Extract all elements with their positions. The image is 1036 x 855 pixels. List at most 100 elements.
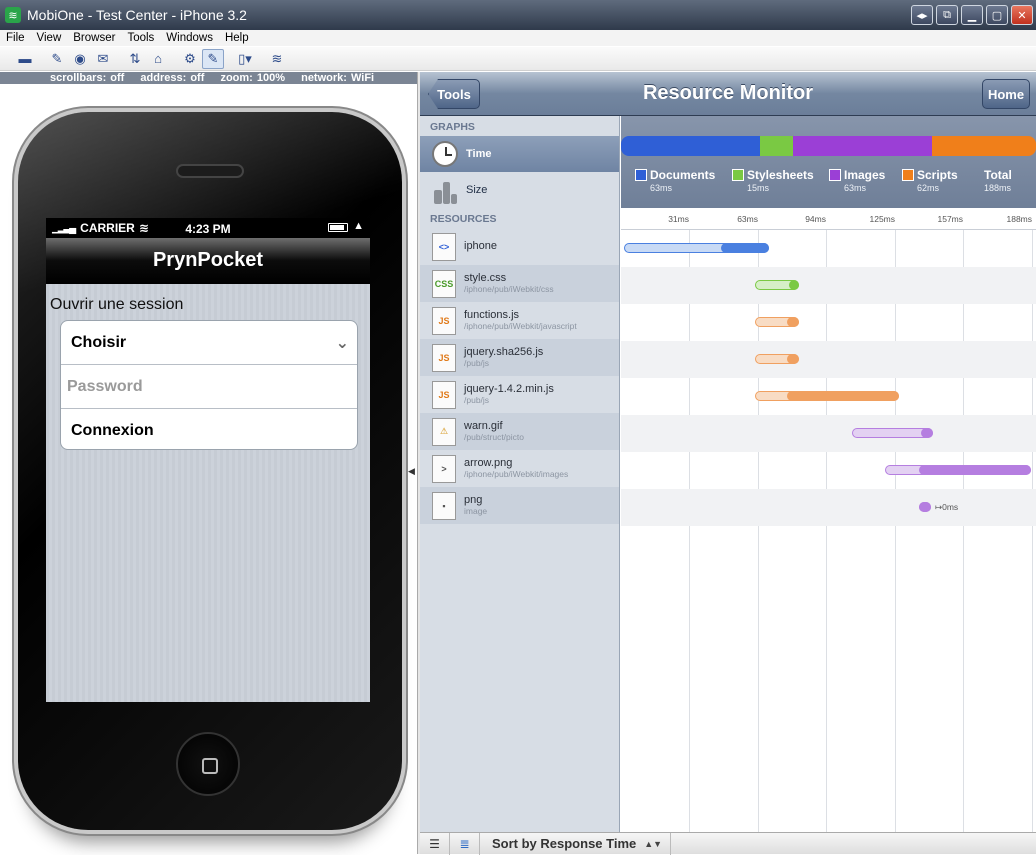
device-icon[interactable]: ▯▾ — [234, 49, 256, 69]
resource-path: /iphone/pub/iWebkit/css — [464, 283, 554, 294]
home-square-icon — [202, 758, 218, 774]
window-resize-button[interactable]: ◂▸ — [911, 5, 933, 25]
timeline-row[interactable] — [621, 415, 1036, 452]
phone-speaker — [176, 164, 244, 178]
legend-label: Images 63ms — [844, 168, 886, 193]
summary-bar-segment — [932, 136, 1036, 156]
resource-row[interactable]: ⚠ warn.gif/pub/struct/picto — [420, 413, 619, 450]
app-navbar: PrynPocket — [46, 238, 370, 284]
resource-row[interactable]: JS jquery.sha256.js/pub/js — [420, 339, 619, 376]
mail-icon[interactable]: ✉ — [92, 49, 114, 69]
timeline-row[interactable] — [621, 378, 1036, 415]
resource-path: /pub/js — [464, 357, 490, 368]
menu-view[interactable]: View — [37, 32, 62, 44]
summary-bar-segment — [760, 136, 793, 156]
timeline-row[interactable] — [621, 267, 1036, 304]
window-maximize-button[interactable]: ▢ — [986, 5, 1008, 25]
home-icon[interactable]: ⌂ — [147, 49, 169, 69]
timeline-row[interactable] — [621, 452, 1036, 489]
collapse-arrow-icon[interactable]: ◀ — [408, 466, 415, 477]
edit-icon[interactable]: ✎ — [46, 49, 68, 69]
timeline-bar-download — [919, 502, 931, 512]
graph-size-item[interactable]: Size — [420, 172, 619, 208]
legend-value: 63ms — [650, 183, 673, 193]
menu-browser[interactable]: Browser — [73, 32, 115, 44]
window-titlebar: ≋ MobiOne - Test Center - iPhone 3.2 ◂▸ … — [0, 0, 1036, 30]
menu-windows[interactable]: Windows — [166, 32, 213, 44]
gear-icon[interactable]: ⚙ — [179, 49, 201, 69]
resource-row[interactable]: ▪ png image — [420, 487, 619, 524]
summary-bar-segment — [621, 136, 760, 156]
resource-row[interactable]: JS functions.js/iphone/pub/iWebkit/javasc… — [420, 302, 619, 339]
resource-row[interactable]: <> iphone — [420, 228, 619, 265]
css-icon: CSS — [432, 269, 456, 298]
legend-swatch — [902, 169, 914, 181]
bar-duration-label: ↦0ms — [935, 502, 959, 512]
window-minimize-button[interactable]: ▁ — [961, 5, 983, 25]
account-select-value: Choisir — [71, 333, 127, 351]
timeline-row[interactable] — [621, 341, 1036, 378]
timeline-bar-download — [919, 465, 1031, 475]
js-icon: JS — [432, 343, 456, 372]
timeline-bar-download — [789, 280, 799, 290]
tools-back-button[interactable]: Tools — [428, 79, 480, 109]
wrench-icon[interactable]: ✎ — [202, 48, 224, 69]
sort-select-label: Sort by Response Time — [492, 836, 637, 851]
app-title: PrynPocket — [152, 249, 264, 271]
zoom-status: zoom: 100% — [220, 72, 286, 84]
wifi-icon[interactable]: ≋ — [266, 49, 288, 69]
resource-path: image — [464, 505, 488, 516]
timeline-summary-bar — [621, 136, 1036, 156]
summary-header: Documents 63ms Stylesheets 15ms Images 63ms Sc… — [621, 116, 1036, 208]
timeline-bar-download — [721, 243, 769, 253]
resource-name: jquery.sha256.js — [464, 345, 544, 358]
menu-tools[interactable]: Tools — [127, 32, 154, 44]
graph-time-item[interactable]: Time — [420, 136, 619, 172]
chevron-down-icon: ⌄ — [335, 335, 349, 352]
time-tick-label: 63ms — [737, 214, 758, 224]
folder-icon[interactable]: ▬ — [14, 49, 36, 69]
legend-item: Images 63ms — [829, 168, 885, 193]
resource-name: arrow.png — [464, 456, 513, 469]
monitor-sidebar: GRAPHS Time Size RESOURCES <> iphone CSS st… — [420, 116, 620, 832]
resource-row[interactable]: JS jquery-1.4.2.min.js/pub/js — [420, 376, 619, 413]
js-icon: JS — [432, 306, 456, 335]
password-field[interactable]: Password — [61, 365, 357, 409]
camera-icon[interactable]: ◉ — [69, 49, 91, 69]
legend-swatch — [829, 169, 841, 181]
list-view-icon[interactable]: ≣ — [450, 832, 480, 855]
login-button[interactable]: Connexion — [61, 409, 357, 449]
menu-help[interactable]: Help — [225, 32, 249, 44]
arrow-image-icon: > — [432, 454, 456, 483]
menu-file[interactable]: File — [6, 32, 25, 44]
window-restore-button[interactable]: ⧉ — [936, 5, 958, 25]
timeline-row[interactable] — [621, 304, 1036, 341]
simulator-pane: scrollbars: off address: off zoom: 100% … — [0, 72, 418, 854]
resource-row[interactable]: CSS style.css/iphone/pub/iWebkit/css — [420, 265, 619, 302]
app-wifi-icon: ≋ — [5, 7, 21, 23]
sort-select[interactable]: Sort by Response Time ▲▼ — [480, 832, 672, 855]
resource-path: /pub/struct/picto — [464, 431, 525, 442]
time-tick-label: 125ms — [869, 214, 895, 224]
indent-list-icon[interactable]: ☰ — [420, 832, 450, 855]
account-select[interactable]: Choisir ⌄ — [61, 321, 357, 365]
home-button[interactable] — [176, 732, 240, 796]
home-nav-button[interactable]: Home — [982, 79, 1030, 109]
legend-label: Stylesheets 15ms — [747, 168, 814, 193]
arrange-icon[interactable]: ⇅ — [124, 49, 146, 69]
resource-path: /iphone/pub/iWebkit/javascript — [464, 320, 577, 331]
menu-bar: File View Browser Tools Windows Help — [0, 30, 1036, 46]
clock-icon — [432, 141, 458, 167]
window-close-button[interactable]: ✕ — [1011, 5, 1033, 25]
phone-screen: ▁▂▃▄ CARRIER ≋ 4:23 PM ▲ PrynPocket Ouvr… — [46, 218, 370, 702]
timeline-row[interactable] — [621, 230, 1036, 267]
js-icon: JS — [432, 380, 456, 409]
graph-time-label: Time — [466, 148, 492, 160]
image-icon: ▪ — [432, 491, 456, 520]
legend-swatch — [635, 169, 647, 181]
resource-row[interactable]: > arrow.png/iphone/pub/iWebkit/images — [420, 450, 619, 487]
legend-value: 188ms — [984, 183, 1012, 193]
resource-name: jquery-1.4.2.min.js — [464, 382, 554, 395]
timeline-row[interactable]: ↦0ms — [621, 489, 1036, 526]
legend-value: 63ms — [844, 183, 867, 193]
